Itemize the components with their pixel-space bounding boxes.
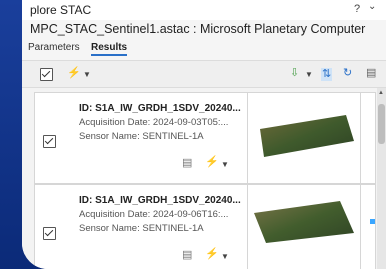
- result-acquisition-date: Acquisition Date: 2024-09-06T16:...: [79, 209, 229, 220]
- result-sensor-name: Sensor Name: SENTINEL-1A: [79, 131, 204, 142]
- sentinel-footprint-image: [260, 115, 354, 157]
- tab-results[interactable]: Results: [91, 42, 128, 56]
- vertical-scrollbar[interactable]: ▲: [377, 88, 386, 269]
- result-sensor-name: Sensor Name: SENTINEL-1A: [79, 223, 204, 234]
- sentinel-footprint-image: [254, 201, 354, 243]
- result-card[interactable]: ID: S1A_IW_GRDH_1SDV_20240... Acquisitio…: [34, 184, 376, 269]
- result-id: ID: S1A_IW_GRDH_1SDV_20240...: [79, 195, 241, 206]
- add-item-to-map-icon[interactable]: ⚡: [205, 249, 219, 260]
- stac-connection-name: MPC_STAC_Sentinel1.astac : Microsoft Pla…: [30, 22, 366, 36]
- results-toolbar: ⚡ ▼ ⇩ ▼ ⇅ ↻ ▤: [22, 60, 386, 88]
- add-to-map-icon[interactable]: ⚡: [67, 68, 81, 79]
- refresh-icon[interactable]: ↻: [343, 68, 352, 79]
- results-list: ID: S1A_IW_GRDH_1SDV_20240... Acquisitio…: [22, 88, 378, 269]
- item-options-chevron-icon[interactable]: ▼: [221, 160, 229, 169]
- result-checkbox[interactable]: [43, 227, 56, 240]
- help-button[interactable]: ?: [354, 3, 360, 15]
- indicator-dot: [370, 219, 375, 224]
- result-card[interactable]: ID: S1A_IW_GRDH_1SDV_20240... Acquisitio…: [34, 92, 376, 184]
- pane-menu-chevron-icon[interactable]: ⌄: [368, 1, 376, 12]
- result-acquisition-date: Acquisition Date: 2024-09-03T05:...: [79, 117, 229, 128]
- result-id: ID: S1A_IW_GRDH_1SDV_20240...: [79, 103, 241, 114]
- scrollbar-thumb[interactable]: [378, 104, 385, 144]
- sort-arrow-icon[interactable]: ⇩: [290, 68, 299, 79]
- sort-order-icon[interactable]: ⇅: [321, 68, 333, 81]
- result-checkbox[interactable]: [43, 135, 56, 148]
- result-thumbnail: [247, 92, 361, 184]
- export-icon[interactable]: ▤: [366, 68, 376, 79]
- add-item-to-map-icon[interactable]: ⚡: [205, 157, 219, 168]
- details-icon[interactable]: ▤: [182, 250, 192, 261]
- select-all-checkbox[interactable]: [40, 68, 53, 81]
- result-thumbnail: [247, 184, 361, 269]
- scroll-up-icon[interactable]: ▲: [378, 90, 384, 96]
- sort-dropdown-chevron-icon[interactable]: ▼: [305, 70, 313, 79]
- explore-stac-pane: plore STAC ? ⌄ MPC_STAC_Sentinel1.astac …: [22, 0, 386, 269]
- add-dropdown-chevron-icon[interactable]: ▼: [83, 70, 91, 79]
- details-icon[interactable]: ▤: [182, 158, 192, 169]
- pane-title: plore STAC: [30, 3, 92, 17]
- title-bar: plore STAC ? ⌄: [22, 0, 386, 20]
- tab-parameters[interactable]: Parameters: [28, 42, 80, 53]
- item-options-chevron-icon[interactable]: ▼: [221, 252, 229, 261]
